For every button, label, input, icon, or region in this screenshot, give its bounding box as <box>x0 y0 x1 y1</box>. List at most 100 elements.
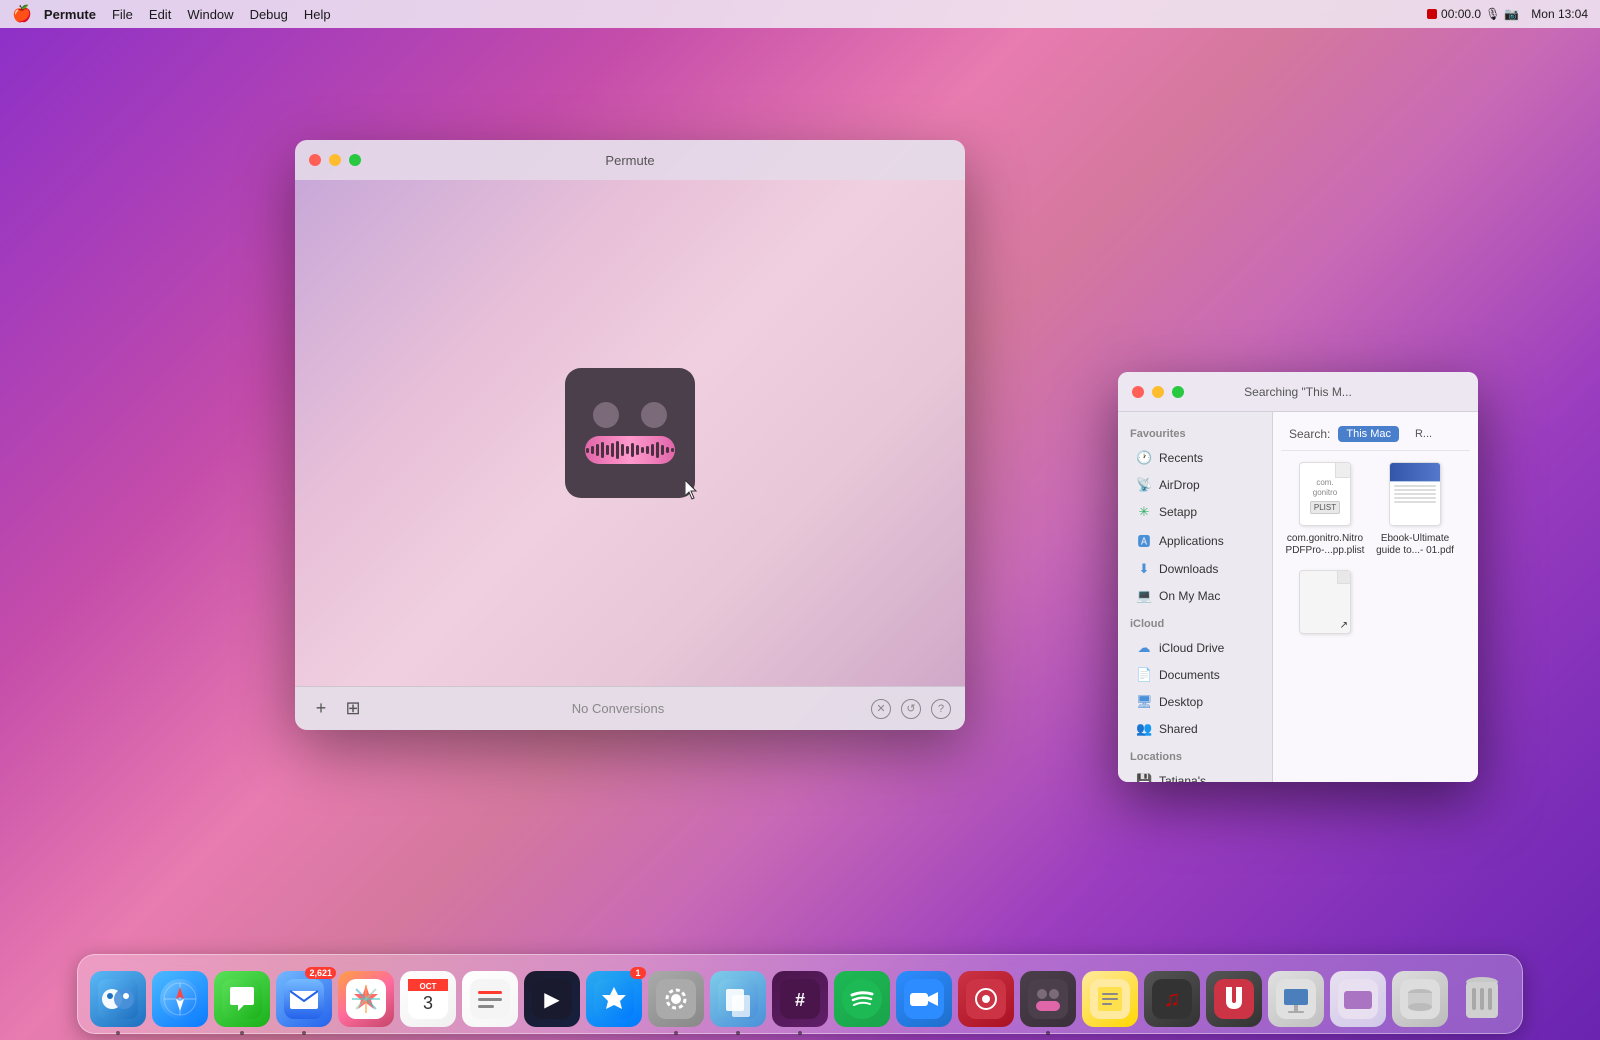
dock-zoom[interactable] <box>896 971 952 1027</box>
finder-minimize-button[interactable] <box>1152 386 1164 398</box>
locations-label: Locations <box>1118 743 1272 767</box>
dock-trash[interactable] <box>1454 971 1510 1027</box>
sidebar-desktop-label: Desktop <box>1159 695 1203 709</box>
sidebar-setapp-label: Setapp <box>1159 505 1197 519</box>
sidebar-item-on-my-mac[interactable]: 💻 On My Mac <box>1124 583 1266 609</box>
sidebar-item-setapp[interactable]: ✳ Setapp <box>1124 499 1266 525</box>
settings-icon[interactable]: ✕ <box>871 699 891 719</box>
desktop: 🍎 Permute File Edit Window Debug Help 00… <box>0 0 1600 1040</box>
waveform-bar <box>671 448 674 452</box>
dock-finder[interactable] <box>90 971 146 1027</box>
icloud-label: iCloud <box>1118 610 1272 634</box>
svg-text:3: 3 <box>423 993 433 1013</box>
sidebar-item-documents[interactable]: 📄 Documents <box>1124 662 1266 688</box>
grid-icon[interactable]: ⊞ <box>341 697 365 721</box>
finder-sidebar: Favourites 🕐 Recents 📡 AirDrop ✳ Setapp … <box>1118 412 1273 782</box>
sidebar-recents-label: Recents <box>1159 451 1203 465</box>
search-this-mac-btn[interactable]: This Mac <box>1338 426 1399 442</box>
dock-safari[interactable] <box>152 971 208 1027</box>
recording-time: 00:00.0 <box>1441 7 1481 21</box>
permute-toolbar: + ⊞ No Conversions ✕ ↺ ? <box>295 686 965 730</box>
permute-body[interactable] <box>295 180 965 686</box>
dock-permute[interactable] <box>1020 971 1076 1027</box>
sidebar-item-applications[interactable]: 🅰 Applications <box>1124 526 1266 555</box>
permute-window: Permute + <box>295 140 965 730</box>
permute-titlebar: Permute <box>295 140 965 180</box>
dock-appstore[interactable]: 1 <box>586 971 642 1027</box>
dock-appletv[interactable]: ▶ <box>524 971 580 1027</box>
dock-canister[interactable] <box>1392 971 1448 1027</box>
file-item-blank[interactable]: ↗ <box>1285 567 1365 641</box>
search-recents-btn[interactable]: R... <box>1407 426 1440 442</box>
menu-edit[interactable]: Edit <box>149 7 171 22</box>
sidebar-item-tatiana[interactable]: 💾 Tatiana's... <box>1124 768 1266 782</box>
menu-file[interactable]: File <box>112 7 133 22</box>
finder-close-button[interactable] <box>1132 386 1144 398</box>
dock-reminders[interactable] <box>462 971 518 1027</box>
svg-text:OCT: OCT <box>420 982 437 991</box>
waveform-bar <box>601 442 604 458</box>
waveform-bar <box>631 443 634 457</box>
dock-magnet[interactable] <box>1206 971 1262 1027</box>
dock-calendar[interactable]: OCT 3 <box>400 971 456 1027</box>
mail-dot <box>302 1031 306 1035</box>
waveform-bar <box>646 446 649 454</box>
permute-window-title: Permute <box>605 153 654 168</box>
sidebar-item-recents[interactable]: 🕐 Recents <box>1124 445 1266 471</box>
waveform-bar <box>596 444 599 456</box>
no-conversions-label: No Conversions <box>373 701 863 716</box>
minimize-button[interactable] <box>329 154 341 166</box>
recording-icon: 🎙 <box>1485 7 1500 21</box>
dock-mail[interactable]: 2,621 <box>276 971 332 1027</box>
waveform-bar <box>666 447 669 453</box>
app-name[interactable]: Permute <box>44 7 96 22</box>
dock-slides[interactable] <box>1330 971 1386 1027</box>
apple-menu[interactable]: 🍎 <box>12 4 32 24</box>
dock-keynote[interactable] <box>1268 971 1324 1027</box>
robot-eyes <box>593 402 667 428</box>
dock-scrobbles[interactable]: ♫ <box>1144 971 1200 1027</box>
waveform-bar <box>661 445 664 455</box>
sidebar-documents-label: Documents <box>1159 668 1220 682</box>
plist-file-name: com.gonitro.Nitro PDFPro-...pp.plist <box>1285 533 1365 557</box>
dock-spotify[interactable] <box>834 971 890 1027</box>
clock-icon[interactable]: ↺ <box>901 699 921 719</box>
recording-indicator: 00:00.0 🎙 📷 <box>1427 7 1519 21</box>
maximize-button[interactable] <box>349 154 361 166</box>
sidebar-item-shared[interactable]: 👥 Shared <box>1124 716 1266 742</box>
pdf-line-4 <box>1394 497 1436 499</box>
menu-window[interactable]: Window <box>187 7 233 22</box>
file-item-pdf[interactable]: Ebook-Ultimate guide to...- 01.pdf <box>1375 459 1455 557</box>
sidebar-item-airdrop[interactable]: 📡 AirDrop <box>1124 472 1266 498</box>
dock-messages[interactable] <box>214 971 270 1027</box>
finder-window: Searching "This M... Favourites 🕐 Recent… <box>1118 372 1478 782</box>
menu-help[interactable]: Help <box>304 7 331 22</box>
robot-mouth <box>585 436 675 464</box>
dock-slack[interactable]: # <box>772 971 828 1027</box>
menubar-right: 00:00.0 🎙 📷 Mon 13:04 <box>1427 7 1588 21</box>
sidebar-item-downloads[interactable]: ⬇ Downloads <box>1124 556 1266 582</box>
sidebar-item-desktop[interactable]: 🖥 Desktop <box>1124 689 1266 715</box>
tatiana-icon: 💾 <box>1136 773 1152 782</box>
finder-maximize-button[interactable] <box>1172 386 1184 398</box>
finder-dot <box>116 1031 120 1035</box>
waveform-bar <box>626 446 629 454</box>
dock-settings[interactable] <box>648 971 704 1027</box>
dock-notchmeister[interactable] <box>958 971 1014 1027</box>
dock-photos[interactable] <box>338 971 394 1027</box>
svg-text:▶: ▶ <box>544 989 560 1011</box>
robot-icon <box>565 368 695 498</box>
search-bar: Search: This Mac R... <box>1281 420 1470 451</box>
sidebar-item-icloud-drive[interactable]: ☁ iCloud Drive <box>1124 635 1266 661</box>
add-button[interactable]: + <box>309 697 333 721</box>
dock-preview[interactable] <box>710 971 766 1027</box>
menu-debug[interactable]: Debug <box>250 7 288 22</box>
close-button[interactable] <box>309 154 321 166</box>
sidebar-applications-label: Applications <box>1159 534 1224 548</box>
info-icon[interactable]: ? <box>931 699 951 719</box>
permute-icon <box>565 368 695 498</box>
sidebar-on-my-mac-label: On My Mac <box>1159 589 1220 603</box>
on-my-mac-icon: 💻 <box>1136 588 1152 604</box>
dock-notes[interactable] <box>1082 971 1138 1027</box>
file-item-plist[interactable]: com.gonitro PLIST com.gonitro.Nitro PDFP… <box>1285 459 1365 557</box>
